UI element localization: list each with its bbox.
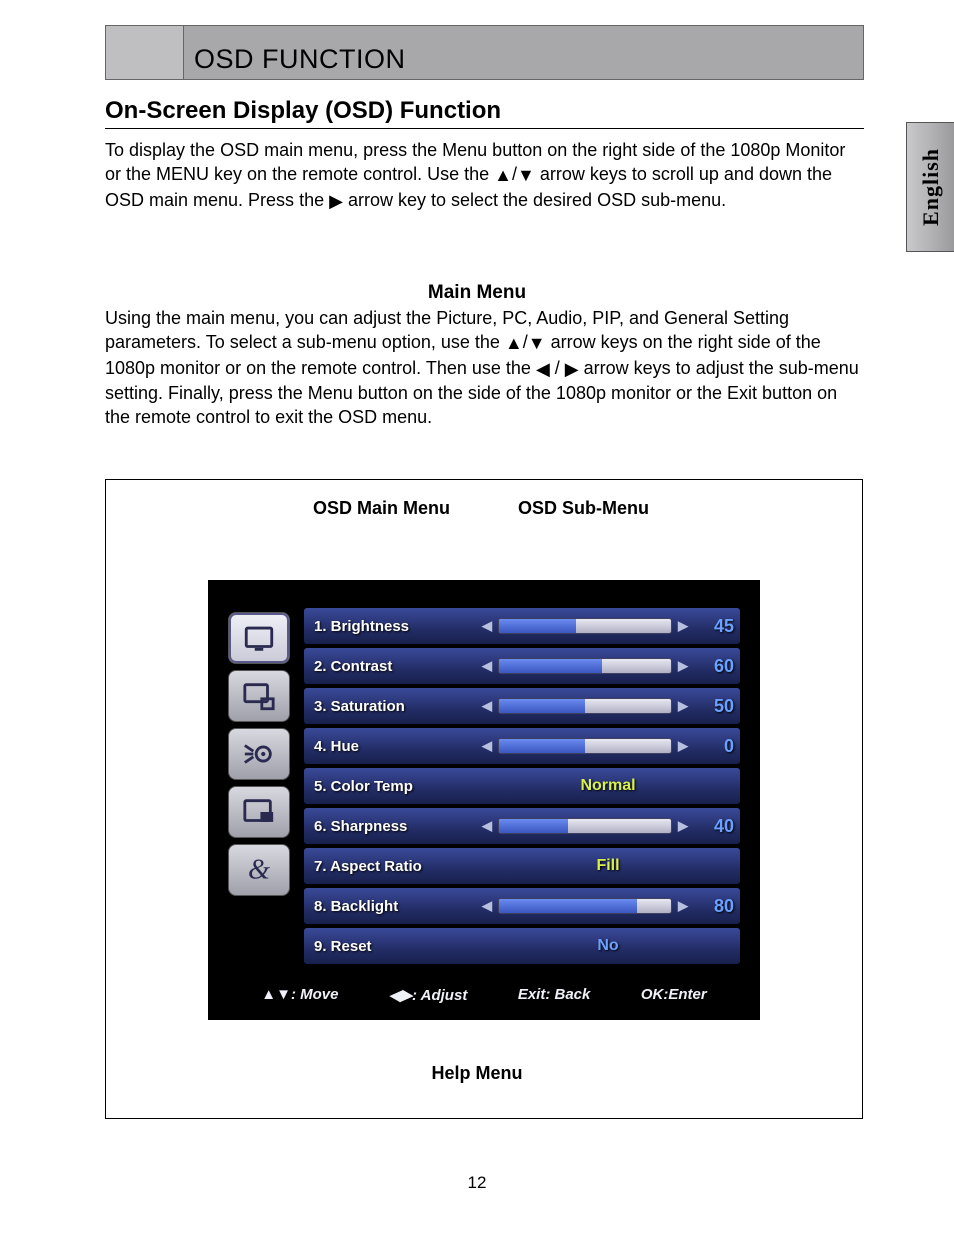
right-triangle-icon: ▶ — [329, 189, 343, 213]
right-arrow-icon[interactable]: ▶ — [678, 898, 688, 914]
osd-menu-label: 3. Saturation — [304, 698, 482, 715]
svg-text:&: & — [248, 855, 270, 886]
figure-label-sub: OSD Sub-Menu — [518, 498, 649, 519]
osd-menu-row[interactable]: 1. Brightness◀ ▶ 45 — [304, 608, 740, 644]
osd-sub-menu-list: 1. Brightness◀▶452. Contrast◀▶603. Satur… — [304, 608, 740, 968]
left-arrow-icon[interactable]: ◀ — [482, 898, 492, 914]
osd-menu-label: 5. Color Temp — [304, 778, 482, 795]
osd-menu-label: 2. Contrast — [304, 658, 482, 675]
osd-value-wrap: ◀ ▶ 80 — [482, 896, 740, 917]
osd-icon-picture[interactable] — [228, 612, 290, 664]
osd-slider-value: 80 — [694, 896, 734, 917]
up-triangle-icon: ▲ — [505, 331, 523, 355]
osd-menu-row[interactable]: 2. Contrast◀ ▶ 60 — [304, 648, 740, 684]
osd-slider[interactable] — [498, 658, 672, 674]
language-tab: English — [906, 122, 954, 252]
osd-menu-row[interactable]: 8. Backlight◀ ▶ 80 — [304, 888, 740, 924]
osd-slider[interactable] — [498, 818, 672, 834]
osd-slider[interactable] — [498, 698, 672, 714]
section-rule — [105, 128, 864, 129]
osd-slider-value: 50 — [694, 696, 734, 717]
right-arrow-icon[interactable]: ▶ — [678, 818, 688, 834]
header-tab — [106, 26, 184, 79]
osd-main-menu-icons: & — [228, 608, 296, 968]
osd-icon-pc[interactable] — [228, 670, 290, 722]
right-triangle-icon: ▶ — [565, 357, 579, 381]
pc-icon — [242, 679, 276, 713]
osd-slider-value: 45 — [694, 616, 734, 637]
osd-value-wrap: ◀ ▶ 50 — [482, 696, 740, 717]
page-header: OSD FUNCTION — [105, 25, 864, 80]
down-triangle-icon: ▼ — [528, 331, 546, 355]
main-menu-heading: Main Menu — [0, 282, 954, 304]
intro-paragraph: To display the OSD main menu, press the … — [105, 138, 864, 213]
osd-slider-value: 0 — [694, 736, 734, 757]
osd-menu-row[interactable]: 3. Saturation◀ ▶ 50 — [304, 688, 740, 724]
osd-menu-label: 7. Aspect Ratio — [304, 858, 482, 875]
main-menu-paragraph: Using the main menu, you can adjust the … — [105, 306, 864, 429]
osd-value-wrap: ◀ ▶ 40 — [482, 816, 740, 837]
left-arrow-icon[interactable]: ◀ — [482, 618, 492, 634]
intro-text-c: arrow key to select the desired OSD sub-… — [348, 190, 726, 210]
ampersand-icon: & — [242, 853, 276, 887]
osd-value-wrap: Fill — [482, 857, 740, 875]
left-triangle-icon: ◀ — [536, 357, 550, 381]
osd-menu-row[interactable]: 6. Sharpness◀ ▶ 40 — [304, 808, 740, 844]
header-title: OSD FUNCTION — [184, 44, 406, 79]
down-triangle-icon: ▼ — [517, 163, 535, 187]
figure-label-help: Help Menu — [0, 1063, 954, 1084]
osd-menu-label: 9. Reset — [304, 938, 482, 955]
right-arrow-icon[interactable]: ▶ — [678, 658, 688, 674]
osd-value-wrap: ◀ ▶ 45 — [482, 616, 740, 637]
osd-menu-label: 8. Backlight — [304, 898, 482, 915]
osd-value-wrap: Normal — [482, 777, 740, 795]
left-arrow-icon[interactable]: ◀ — [482, 698, 492, 714]
osd-slider-value: 40 — [694, 816, 734, 837]
osd-slider[interactable] — [498, 898, 672, 914]
left-arrow-icon[interactable]: ◀ — [482, 738, 492, 754]
osd-menu-row[interactable]: 5. Color TempNormal — [304, 768, 740, 804]
osd-slider-value: 60 — [694, 656, 734, 677]
osd-value-wrap: ◀ ▶ 0 — [482, 736, 740, 757]
help-adjust: ◀▶: Adjust — [389, 986, 467, 1004]
pip-icon — [242, 795, 276, 829]
osd-screenshot: & 1. Brightness◀▶452. Contrast◀▶603. Sat… — [208, 580, 760, 1020]
left-arrow-icon[interactable]: ◀ — [482, 818, 492, 834]
osd-icon-pip[interactable] — [228, 786, 290, 838]
picture-icon — [242, 621, 276, 655]
left-arrow-icon[interactable]: ◀ — [482, 658, 492, 674]
right-arrow-icon[interactable]: ▶ — [678, 618, 688, 634]
osd-slider[interactable] — [498, 738, 672, 754]
right-arrow-icon[interactable]: ▶ — [678, 738, 688, 754]
right-arrow-icon[interactable]: ▶ — [678, 698, 688, 714]
up-triangle-icon: ▲ — [494, 163, 512, 187]
osd-menu-row[interactable]: 9. ResetNo — [304, 928, 740, 964]
osd-value-wrap: No — [482, 937, 740, 955]
osd-menu-row[interactable]: 7. Aspect RatioFill — [304, 848, 740, 884]
osd-text-value: Fill — [482, 857, 734, 875]
osd-icon-audio[interactable] — [228, 728, 290, 780]
osd-help-row: ▲▼: Move ◀▶: Adjust Exit: Back OK:Enter — [228, 986, 740, 1004]
osd-menu-label: 4. Hue — [304, 738, 482, 755]
help-move: ▲▼: Move — [261, 986, 338, 1004]
section-title: On-Screen Display (OSD) Function — [105, 97, 501, 125]
osd-menu-row[interactable]: 4. Hue◀ ▶ 0 — [304, 728, 740, 764]
osd-text-value: Normal — [482, 777, 734, 795]
osd-value-wrap: ◀ ▶ 60 — [482, 656, 740, 677]
osd-icon-settings[interactable]: & — [228, 844, 290, 896]
help-enter: OK:Enter — [641, 986, 707, 1004]
page-number: 12 — [0, 1173, 954, 1193]
help-back: Exit: Back — [518, 986, 591, 1004]
osd-text-value: No — [482, 937, 734, 955]
audio-icon — [242, 737, 276, 771]
osd-menu-label: 6. Sharpness — [304, 818, 482, 835]
osd-slider[interactable] — [498, 618, 672, 634]
language-tab-label: English — [918, 148, 944, 226]
osd-menu-label: 1. Brightness — [304, 618, 482, 635]
figure-label-main: OSD Main Menu — [313, 498, 450, 519]
